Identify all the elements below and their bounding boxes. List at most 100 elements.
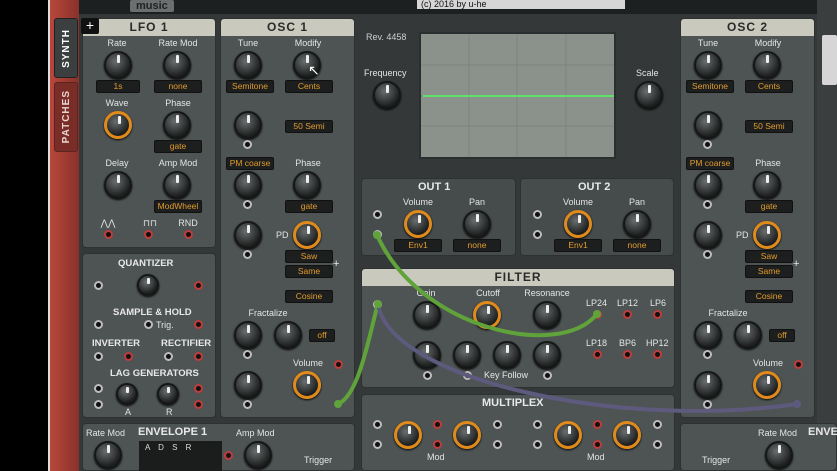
out1-volume-knob[interactable] [404,210,432,238]
lfo1-rnd-output-jack[interactable] [184,230,193,239]
osc1-pm-knob[interactable] [234,171,262,199]
osc1-semi-value[interactable]: 50 Semi [285,120,333,133]
osc2-semi-knob[interactable] [694,111,722,139]
osc2-phase-select[interactable]: gate [745,200,793,213]
out2-volume-mod-jack[interactable] [533,210,542,219]
lfo1-phase-select[interactable]: gate [154,140,202,153]
osc2-volume-mod-jack[interactable] [703,400,712,409]
osc1-add-icon[interactable]: + [333,258,339,270]
multiplex-input-jack-1[interactable] [373,420,382,429]
osc2-pm-mod-jack[interactable] [703,200,712,209]
filter-lp24-output-jack[interactable] [593,310,602,319]
out2-pan-mod-jack[interactable] [533,230,542,239]
osc1-pd-mod-knob[interactable] [234,221,262,249]
osc1-shape-select[interactable]: Cosine [285,290,333,303]
multiplex-output-jack-3[interactable] [653,420,662,429]
osc1-fractalize-knob[interactable] [274,321,302,349]
lfo1-square-output-jack[interactable] [144,230,153,239]
osc2-wave-select[interactable]: Saw [745,250,793,263]
osc1-pm-mod-jack[interactable] [243,200,252,209]
osc1-pd-knob[interactable] [293,221,321,249]
quantizer-input-jack[interactable] [94,281,103,290]
multiplex-output-jack-4[interactable] [653,440,662,449]
multiplex-knob-3[interactable] [554,421,582,449]
lfo1-rate-mod-select[interactable]: none [154,80,202,93]
osc2-pm-select[interactable]: PM coarse [686,157,734,170]
out2-volume-knob[interactable] [564,210,592,238]
multiplex-output-jack-1[interactable] [493,420,502,429]
lfo1-rate-mod-knob[interactable] [163,51,191,79]
filter-bp6-output-jack[interactable] [623,350,632,359]
multiplex-jack-2[interactable] [433,440,442,449]
osc2-output-jack-1[interactable] [794,360,803,369]
multiplex-jack-3[interactable] [593,420,602,429]
filter-input-jack[interactable] [373,300,382,309]
osc2-fractalize-mod-knob[interactable] [694,321,722,349]
osc1-wave-select[interactable]: Saw [285,250,333,263]
out2-pan-knob[interactable] [623,210,651,238]
filter-hp12-output-jack[interactable] [653,350,662,359]
multiplex-knob-4[interactable] [613,421,641,449]
multiplex-knob-1[interactable] [394,421,422,449]
osc1-tune-knob[interactable] [234,51,262,79]
filter-lp6-output-jack[interactable] [653,310,662,319]
osc2-tune-knob[interactable] [694,51,722,79]
osc1-semi-knob[interactable] [234,111,262,139]
filter-resonance-knob[interactable] [533,301,561,329]
osc2-tune-select[interactable]: Semitone [686,80,734,93]
filter-lp18-output-jack[interactable] [593,350,602,359]
osc2-pm-knob[interactable] [694,171,722,199]
filter-cutoff-mod-knob-1[interactable] [453,341,481,369]
filter-gain-mod-jack[interactable] [423,371,432,380]
right-edge-control[interactable] [822,35,837,85]
lag-attack-knob[interactable] [116,383,138,405]
out1-volume-select[interactable]: Env1 [394,239,442,252]
osc2-fractalize-toggle[interactable]: off [769,329,795,342]
lfo1-amp-mod-select[interactable]: ModWheel [154,200,202,213]
sample-hold-output-jack[interactable] [194,320,203,329]
osc2-fractalize-mod-jack[interactable] [703,350,712,359]
osc1-modify-select[interactable]: Cents [285,80,333,93]
osc2-phase-knob[interactable] [753,171,781,199]
osc2-fractalize-knob[interactable] [734,321,762,349]
quantizer-knob[interactable] [137,274,159,296]
osc2-sync-select[interactable]: Same [745,265,793,278]
osc2-volume-mod-knob[interactable] [694,371,722,399]
osc2-pd-mod-jack[interactable] [703,250,712,259]
lag-input-jack-1[interactable] [94,384,103,393]
osc1-phase-select[interactable]: gate [285,200,333,213]
out2-volume-select[interactable]: Env1 [554,239,602,252]
rectifier-input-jack[interactable] [164,352,173,361]
envelope1-rate-mod-knob[interactable] [94,441,122,469]
lfo1-phase-knob[interactable] [163,111,191,139]
multiplex-knob-2[interactable] [453,421,481,449]
osc2-add-icon[interactable]: + [793,258,799,270]
lfo1-rate-knob[interactable] [104,51,132,79]
osc1-output-jack-1[interactable] [334,360,343,369]
sample-hold-input-jack[interactable] [94,320,103,329]
osc1-volume-knob[interactable] [293,371,321,399]
add-module-button[interactable]: + [81,18,99,34]
osc2-modify-select[interactable]: Cents [745,80,793,93]
osc1-volume-mod-jack[interactable] [243,400,252,409]
osc1-sync-select[interactable]: Same [285,265,333,278]
filter-key-follow-knob[interactable] [493,341,521,369]
out1-pan-mod-jack[interactable] [373,230,382,239]
out1-volume-mod-jack[interactable] [373,210,382,219]
multiplex-jack-4[interactable] [593,440,602,449]
osc1-semi-mod-jack[interactable] [243,140,252,149]
osc1-fractalize-mod-knob[interactable] [234,321,262,349]
inverter-input-jack[interactable] [94,352,103,361]
tab-synth[interactable]: SYNTH [54,18,78,78]
osc1-fractalize-mod-jack[interactable] [243,350,252,359]
osc2-semi-value[interactable]: 50 Semi [745,120,793,133]
osc2-pd-knob[interactable] [753,221,781,249]
multiplex-input-jack-2[interactable] [373,440,382,449]
osc1-pm-select[interactable]: PM coarse [226,157,274,170]
osc2-shape-select[interactable]: Cosine [745,290,793,303]
multiplex-jack-1[interactable] [433,420,442,429]
osc1-fractalize-toggle[interactable]: off [309,329,335,342]
envelope1-output-jack[interactable] [224,451,233,460]
lfo1-rate-value[interactable]: 1s [96,80,140,93]
lfo1-wave-knob[interactable] [104,111,132,139]
